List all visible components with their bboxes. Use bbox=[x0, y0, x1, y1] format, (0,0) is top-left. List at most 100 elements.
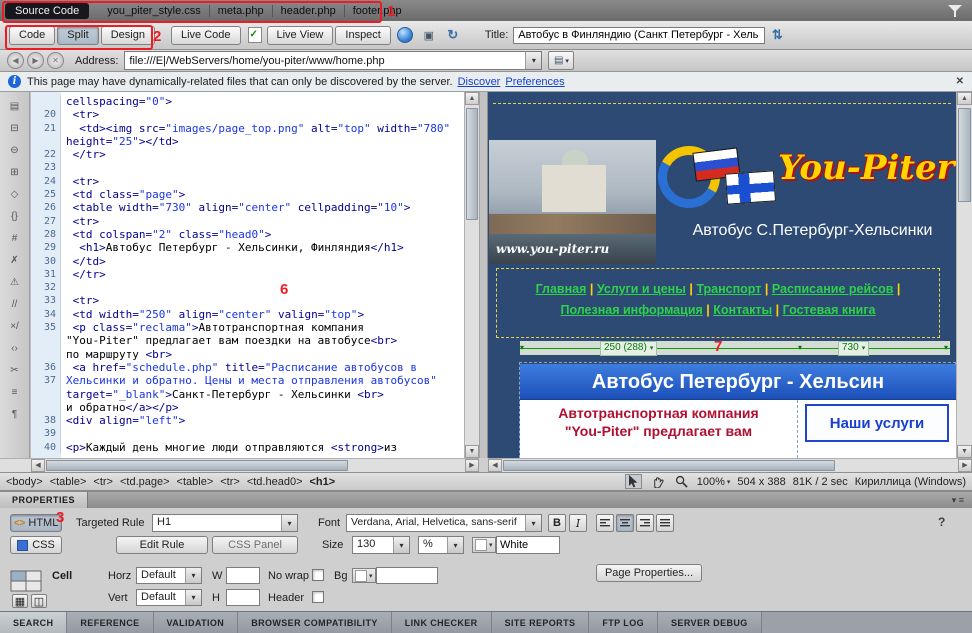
related-file-tab[interactable]: footer.php bbox=[353, 5, 402, 17]
scroll-left-icon[interactable]: ◀ bbox=[31, 459, 45, 472]
tag-selector-item[interactable]: <body> bbox=[6, 476, 43, 488]
scroll-up-icon[interactable]: ▲ bbox=[957, 92, 972, 105]
collapse-full-tag-icon[interactable]: ⊟ bbox=[5, 122, 25, 135]
preview-in-browser-icon[interactable] bbox=[396, 26, 414, 44]
code-line[interactable]: 40<p>Каждый день многие люди отправляютс… bbox=[31, 441, 464, 454]
table-width-bar[interactable]: ▾ ▾ ▾ 250 (288) 730 bbox=[520, 341, 950, 355]
services-cell[interactable]: Наши услуги bbox=[798, 400, 956, 458]
code-view-button[interactable]: Code bbox=[9, 26, 55, 45]
code-line[interactable]: 24 <tr> bbox=[31, 175, 464, 188]
text-color-input[interactable] bbox=[496, 536, 560, 554]
html-mode-button[interactable]: <> HTML bbox=[10, 514, 62, 532]
highlight-invalid-code-icon[interactable]: ✗ bbox=[5, 254, 25, 267]
scroll-thumb[interactable] bbox=[503, 460, 835, 471]
tag-selector-item[interactable]: <tr> bbox=[93, 476, 113, 488]
scroll-up-icon[interactable]: ▲ bbox=[465, 92, 479, 105]
site-logo-text[interactable]: You-Piter bbox=[778, 148, 955, 188]
scroll-down-icon[interactable]: ▼ bbox=[465, 445, 479, 458]
tag-selector-item[interactable]: <td.head0> bbox=[247, 476, 303, 488]
refresh-icon[interactable]: ↻ bbox=[444, 26, 462, 44]
address-dropdown-icon[interactable] bbox=[525, 52, 541, 69]
nav-link[interactable]: Транспорт bbox=[696, 282, 761, 296]
tag-selector-item[interactable]: <table> bbox=[177, 476, 214, 488]
page-content-row[interactable]: Автотранспортная компания "You-Piter" пр… bbox=[520, 400, 956, 458]
page-heading[interactable]: Автобус Петербург - Хельсин bbox=[520, 364, 956, 400]
code-line[interactable]: 31 </tr> bbox=[31, 268, 464, 281]
expand-all-icon[interactable]: ⊞ bbox=[5, 166, 25, 179]
bg-color-input[interactable] bbox=[376, 567, 438, 584]
split-view-button[interactable]: Split bbox=[57, 26, 98, 45]
size-unit-select[interactable]: % bbox=[418, 536, 464, 554]
site-url-text[interactable]: www.you-piter.ru bbox=[496, 242, 609, 256]
scroll-thumb[interactable] bbox=[958, 108, 971, 202]
nav-link[interactable]: Услуги и цены bbox=[597, 282, 686, 296]
code-line[interactable]: 26 <table width="730" align="center" cel… bbox=[31, 201, 464, 214]
horz-select[interactable]: Default bbox=[136, 567, 202, 584]
scroll-thumb[interactable] bbox=[466, 108, 478, 220]
nav-link[interactable]: Гостевая книга bbox=[783, 303, 876, 317]
column-width-menu[interactable]: 250 (288) bbox=[600, 341, 657, 356]
design-view[interactable]: www.you-piter.ru You-Piter Автобус С.Пет… bbox=[488, 92, 956, 458]
related-file-tab[interactable]: header.php bbox=[281, 5, 336, 17]
code-line[interactable]: 21 <td><img src="images/page_top.png" al… bbox=[31, 122, 464, 135]
nav-link[interactable]: Главная bbox=[536, 282, 587, 296]
page-properties-button[interactable]: Page Properties... bbox=[596, 564, 702, 582]
code-line[interactable]: и обратно</a></p> bbox=[31, 401, 464, 414]
nav-link[interactable]: Полезная информация bbox=[560, 303, 702, 317]
scroll-right-icon[interactable]: ▶ bbox=[465, 459, 479, 472]
edit-rule-button[interactable]: Edit Rule bbox=[116, 536, 208, 554]
address-field[interactable] bbox=[124, 51, 542, 70]
file-management-icon[interactable]: ⇅ bbox=[768, 26, 786, 44]
nav-link[interactable]: Контакты bbox=[713, 303, 772, 317]
browse-files-icon[interactable]: ▤ bbox=[548, 51, 574, 70]
code-vertical-scrollbar[interactable]: ▲ ▼ bbox=[464, 92, 479, 458]
preferences-link[interactable]: Preferences bbox=[505, 76, 564, 88]
tag-selector-item[interactable]: <h1> bbox=[310, 476, 336, 488]
tag-selector-item[interactable]: <table> bbox=[50, 476, 87, 488]
tag-selector-item[interactable]: <tr> bbox=[220, 476, 240, 488]
stop-icon[interactable]: ✕ bbox=[47, 52, 64, 69]
css-panel-button[interactable]: CSS Panel bbox=[212, 536, 298, 554]
results-tab[interactable]: LINK CHECKER bbox=[392, 612, 492, 633]
code-line[interactable]: 39 bbox=[31, 427, 464, 440]
code-line[interactable]: 25 <td class="page"> bbox=[31, 188, 464, 201]
results-tab[interactable]: BROWSER COMPATIBILITY bbox=[238, 612, 392, 633]
header-checkbox[interactable] bbox=[312, 591, 324, 603]
panel-menu-icon[interactable]: ▾ ≡ bbox=[952, 495, 964, 506]
open-documents-icon[interactable]: ▤ bbox=[5, 100, 25, 113]
design-view-button[interactable]: Design bbox=[101, 26, 155, 45]
code-line[interactable]: 32 bbox=[31, 281, 464, 294]
source-code-tab[interactable]: Source Code bbox=[5, 3, 89, 19]
font-select[interactable]: Verdana, Arial, Helvetica, sans-serif bbox=[346, 514, 542, 532]
code-line[interactable]: 20 <tr> bbox=[31, 108, 464, 121]
cell-width-input[interactable] bbox=[226, 567, 260, 584]
hand-tool-icon[interactable] bbox=[649, 474, 666, 489]
targeted-rule-select[interactable]: H1 bbox=[152, 514, 298, 532]
tag-selector-item[interactable]: <td.page> bbox=[120, 476, 170, 488]
code-line[interactable]: 23 bbox=[31, 161, 464, 174]
services-heading[interactable]: Наши услуги bbox=[805, 404, 949, 442]
syntax-error-alerts-icon[interactable]: ⚠ bbox=[5, 276, 25, 289]
wrap-tag-icon[interactable]: ‹› bbox=[5, 342, 25, 355]
code-line[interactable]: cellspacing="0"> bbox=[31, 95, 464, 108]
split-view-divider[interactable] bbox=[479, 92, 488, 458]
zoom-level-select[interactable]: 100% bbox=[697, 476, 731, 488]
results-tab[interactable]: SEARCH bbox=[0, 612, 67, 633]
site-files-icon[interactable]: ▣ bbox=[420, 26, 438, 44]
remove-comment-icon[interactable]: ×/ bbox=[5, 320, 25, 333]
inspect-button[interactable]: Inspect bbox=[335, 26, 390, 45]
bold-button[interactable]: B bbox=[548, 514, 566, 532]
split-cell-icon[interactable]: ◫ bbox=[31, 594, 47, 608]
cell-height-input[interactable] bbox=[226, 589, 260, 606]
help-icon[interactable]: ? bbox=[938, 515, 945, 529]
size-select[interactable]: 130 bbox=[352, 536, 410, 554]
code-line[interactable]: target="_blank">Санкт-Петербург - Хельси… bbox=[31, 388, 464, 401]
select-parent-tag-icon[interactable]: ◇ bbox=[5, 188, 25, 201]
select-tool-icon[interactable] bbox=[625, 474, 642, 489]
merge-cells-icon[interactable]: ▦ bbox=[12, 594, 28, 608]
related-file-tab[interactable]: meta.php bbox=[218, 5, 264, 17]
code-line[interactable]: по маршруту <br> bbox=[31, 348, 464, 361]
results-tab[interactable]: SITE REPORTS bbox=[492, 612, 590, 633]
forward-icon[interactable]: ▶ bbox=[27, 52, 44, 69]
site-nav-cell[interactable]: Главная | Услуги и цены | Транспорт | Ра… bbox=[496, 268, 940, 338]
